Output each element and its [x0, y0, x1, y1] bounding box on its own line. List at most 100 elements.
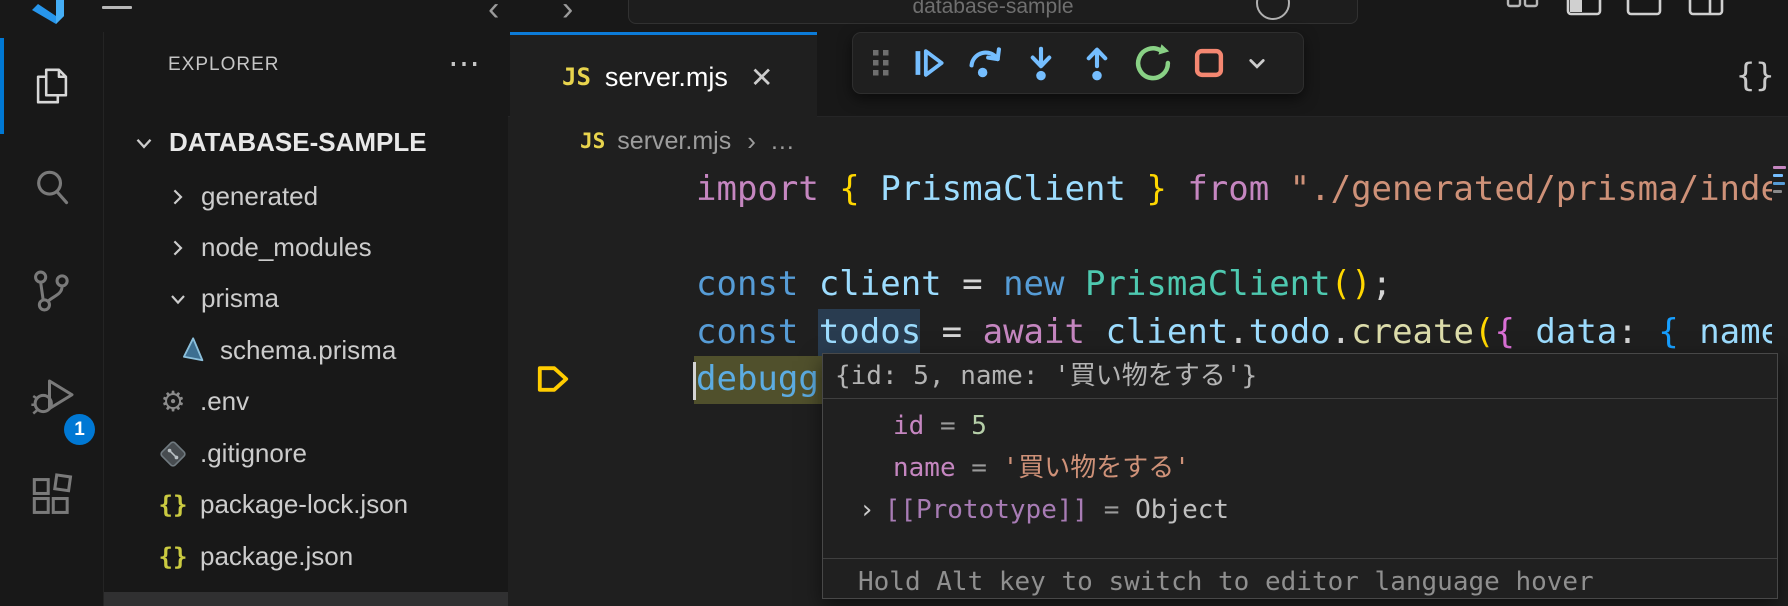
file-label: package.json	[200, 541, 353, 572]
activity-bar: 1	[0, 32, 104, 606]
code-line[interactable]: 2	[508, 214, 1772, 262]
forward-icon[interactable]: ›	[562, 0, 573, 29]
folder-label: generated	[201, 181, 318, 212]
code-token: {	[1494, 312, 1535, 352]
variable-name: name	[893, 453, 956, 483]
back-icon[interactable]: ‹	[488, 0, 499, 29]
tab-server-mjs[interactable]: JS server.mjs ✕	[510, 32, 817, 119]
equals-sign: =	[924, 411, 971, 441]
code-token: "./generated/prisma/index	[1290, 169, 1772, 209]
tree-item-package-lock[interactable]: {} package-lock.json	[104, 479, 508, 530]
file-label: package-lock.json	[200, 489, 408, 520]
stop-button[interactable]	[1181, 38, 1237, 88]
code-token: =	[921, 312, 982, 352]
tree-item-generated[interactable]: generated	[104, 171, 508, 222]
tree-item-prisma[interactable]: prisma	[104, 273, 508, 324]
hover-value-preview: {id: 5, name: '買い物をする'}	[823, 354, 1777, 399]
step-into-button[interactable]	[1013, 38, 1069, 88]
chevron-right-icon[interactable]: ›	[859, 489, 875, 531]
chevron-down-icon	[131, 130, 157, 156]
vscode-window: ‹ › database-sample	[0, 0, 1788, 606]
toggle-panel-icon[interactable]	[1626, 0, 1662, 16]
sidebar-item-extensions[interactable]	[0, 450, 103, 546]
code-token: .	[1228, 312, 1248, 352]
menu-icon[interactable]	[102, 0, 132, 15]
code-token: client	[1105, 312, 1228, 352]
tree-item-node-modules[interactable]: node_modules	[104, 222, 508, 273]
code-token: =	[942, 264, 1003, 304]
equals-sign: =	[1088, 495, 1135, 525]
code-line[interactable]: 3 const client = new PrismaClient();	[508, 261, 1772, 309]
variable-value: '買い物をする'	[1003, 453, 1190, 483]
hover-row-id[interactable]: id = 5	[823, 405, 1777, 447]
toggle-primary-sidebar-icon[interactable]	[1566, 0, 1602, 16]
js-file-icon: JS	[562, 63, 591, 91]
code-token: client	[819, 264, 942, 304]
tree-item-schema-prisma[interactable]: schema.prisma	[104, 325, 508, 376]
debug-session-dropdown[interactable]	[1237, 38, 1277, 88]
breadcrumb-symbol[interactable]: …	[770, 127, 797, 156]
close-icon[interactable]: ✕	[750, 61, 773, 94]
code-line[interactable]: 4 const todos = await client.todo.create…	[508, 309, 1772, 357]
breadcrumb-separator: ›	[747, 126, 756, 157]
hover-row-prototype[interactable]: ›[[Prototype]] = Object	[823, 489, 1777, 531]
equals-sign: =	[956, 453, 1003, 483]
tree-item-package-json[interactable]: {} package.json	[104, 531, 508, 582]
tab-label: server.mjs	[605, 62, 728, 93]
git-branch-icon	[27, 267, 77, 320]
breadcrumb[interactable]: JS server.mjs › …	[508, 117, 1788, 165]
gear-icon: ⚙	[156, 388, 190, 416]
debug-toolbar[interactable]	[852, 32, 1304, 94]
code-token: const	[696, 264, 819, 304]
code-token: ()	[1331, 264, 1372, 304]
step-out-button[interactable]	[1069, 38, 1125, 88]
file-label: .gitignore	[200, 438, 307, 469]
chevron-right-icon	[166, 185, 190, 209]
code-token: await	[983, 312, 1106, 352]
folder-label: DATABASE-SAMPLE	[169, 127, 427, 158]
explorer-header: EXPLORER ⋯	[104, 50, 508, 86]
git-file-icon	[156, 439, 190, 469]
files-icon	[27, 64, 77, 113]
variable-value: 5	[971, 411, 987, 441]
sidebar-item-source-control[interactable]	[0, 245, 103, 341]
code-line[interactable]: 1 import { PrismaClient } from "./genera…	[508, 166, 1772, 214]
explorer-selected-row[interactable]	[104, 592, 508, 606]
sidebar-item-explorer[interactable]	[0, 40, 103, 136]
editor-group: JS server.mjs ✕ {} JS server.mjs › … 1 i…	[508, 32, 1788, 606]
chevron-right-icon	[166, 236, 190, 260]
split-editor-icon[interactable]	[1506, 0, 1540, 14]
tree-item-gitignore[interactable]: .gitignore	[104, 428, 508, 479]
titlebar: ‹ › database-sample	[0, 0, 1788, 33]
variable-name: id	[893, 411, 924, 441]
code-token: data	[1535, 312, 1617, 352]
restart-button[interactable]	[1125, 38, 1181, 88]
json-icon: {}	[156, 491, 190, 519]
code-token: from	[1187, 169, 1289, 209]
explorer-root-folder[interactable]: DATABASE-SAMPLE	[104, 117, 508, 168]
drag-grip-icon[interactable]	[863, 38, 899, 88]
json-icon: {}	[156, 543, 190, 571]
file-label: .env	[200, 386, 249, 417]
code-token: todos	[819, 312, 921, 352]
explorer-more-actions-icon[interactable]: ⋯	[448, 44, 480, 82]
code-token: }	[1126, 169, 1187, 209]
command-center[interactable]: database-sample	[628, 0, 1358, 24]
variable-name: [[Prototype]]	[885, 495, 1089, 525]
tree-item-env[interactable]: ⚙ .env	[104, 376, 508, 427]
sidebar-item-search[interactable]	[0, 142, 103, 238]
code-token: const	[696, 312, 819, 352]
bracket-pair-icon[interactable]: {}	[1736, 56, 1775, 94]
step-over-button[interactable]	[957, 38, 1013, 88]
continue-button[interactable]	[901, 38, 957, 88]
customize-layout-icon[interactable]	[1688, 0, 1724, 16]
hover-variable-tree: id = 5 name = '買い物をする' ›[[Prototype]] = …	[823, 399, 1777, 559]
breadcrumb-file[interactable]: server.mjs	[617, 127, 731, 156]
hover-hint: Hold Alt key to switch to editor languag…	[823, 559, 1777, 605]
code-token: import	[696, 169, 839, 209]
hover-row-name[interactable]: name = '買い物をする'	[823, 447, 1777, 489]
explorer-title: EXPLORER	[168, 54, 279, 76]
code-token: PrismaClient	[1085, 264, 1331, 304]
code-token: (	[1474, 312, 1494, 352]
minimap[interactable]	[1773, 166, 1788, 198]
